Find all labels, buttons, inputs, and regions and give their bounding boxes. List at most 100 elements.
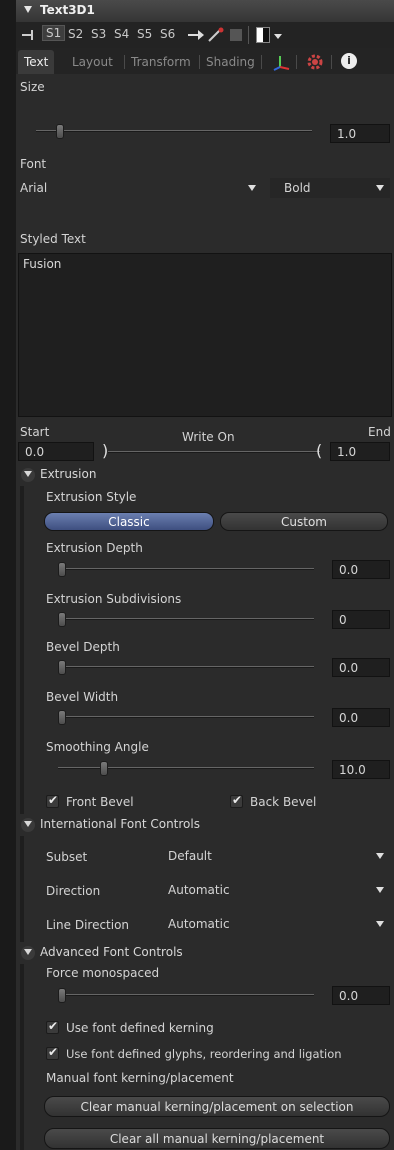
monitor-icon[interactable] — [230, 29, 242, 41]
slot-s2[interactable]: S2 — [68, 27, 83, 41]
collapse-triangle-icon[interactable] — [24, 6, 32, 13]
front-bevel-label: Front Bevel — [66, 795, 134, 809]
smoothing-angle-value[interactable]: 10.0 — [332, 760, 390, 779]
direction-dropdown[interactable]: Automatic — [166, 880, 390, 900]
extrusion-subdivisions-label: Extrusion Subdivisions — [46, 592, 182, 606]
advanced-group-bar — [20, 964, 24, 1150]
toolbar: S1 S2 S3 S4 S5 S6 — [16, 22, 394, 48]
bevel-depth-label: Bevel Depth — [46, 640, 120, 654]
write-on-start-handle[interactable]: ) — [102, 441, 108, 460]
bevel-width-label: Bevel Width — [46, 690, 119, 704]
smoothing-angle-track[interactable] — [58, 767, 314, 769]
line-direction-dropdown[interactable]: Automatic — [166, 914, 390, 934]
tab-shading[interactable]: Shading — [206, 55, 255, 69]
international-group-bar — [20, 836, 24, 942]
bevel-width-knob[interactable] — [58, 710, 66, 725]
pin-icon[interactable] — [22, 28, 36, 42]
font-family-value: Arial — [20, 181, 48, 195]
check-icon: ✔ — [48, 1045, 59, 1059]
advanced-section-header[interactable]: Advanced Font Controls — [20, 944, 390, 962]
extrusion-subdivisions-track[interactable] — [58, 618, 314, 620]
font-kerning-checkbox[interactable]: ✔ — [46, 1019, 59, 1034]
tool-header[interactable]: Text3D1 — [16, 0, 394, 23]
force-monospaced-label: Force monospaced — [46, 966, 160, 980]
dropdown-arrow-icon — [376, 185, 384, 191]
international-section-title: International Font Controls — [40, 817, 200, 831]
tab-text[interactable]: Text — [18, 50, 55, 74]
size-slider-knob[interactable] — [56, 124, 64, 139]
size-slider-track[interactable] — [36, 130, 312, 132]
bevel-depth-value[interactable]: 0.0 — [332, 658, 390, 677]
axis-3d-icon[interactable] — [272, 53, 290, 74]
custom-style-button[interactable]: Custom — [220, 512, 388, 531]
force-monospaced-knob[interactable] — [58, 988, 66, 1003]
info-icon[interactable]: i — [341, 53, 357, 69]
bevel-width-track[interactable] — [58, 716, 314, 718]
clear-kerning-selection-button[interactable]: Clear manual kerning/placement on select… — [44, 1096, 390, 1117]
check-icon: ✔ — [232, 793, 243, 807]
font-family-dropdown[interactable]: Arial — [20, 178, 260, 198]
write-on-start-value[interactable]: 0.0 — [18, 442, 94, 461]
tool-panel: Text3D1 S1 S2 S3 S4 S5 S6 Text Layout Tr… — [16, 0, 394, 1150]
direction-label: Direction — [46, 884, 101, 898]
slot-s4[interactable]: S4 — [114, 27, 129, 41]
extrusion-depth-value[interactable]: 0.0 — [332, 560, 390, 579]
write-on-range-track[interactable] — [108, 451, 320, 453]
view-split-icon[interactable] — [256, 27, 270, 43]
arrow-right-icon[interactable] — [188, 28, 204, 45]
extrusion-style-label: Extrusion Style — [46, 490, 137, 504]
force-monospaced-value[interactable]: 0.0 — [332, 986, 390, 1005]
front-bevel-checkbox[interactable]: ✔ — [46, 793, 59, 808]
write-on-label: Write On — [182, 430, 235, 444]
back-bevel-checkbox[interactable]: ✔ — [230, 793, 243, 808]
write-on-start-label: Start — [20, 425, 50, 439]
size-value[interactable]: 1.0 — [330, 124, 390, 143]
slot-s6[interactable]: S6 — [160, 27, 175, 41]
extrusion-subdivisions-knob[interactable] — [58, 612, 66, 627]
extrusion-section-header[interactable]: Extrusion — [20, 466, 390, 484]
font-style-value: Bold — [284, 181, 311, 195]
dropdown-arrow-icon — [376, 853, 384, 859]
font-kerning-label: Use font defined kerning — [66, 1021, 214, 1035]
view-dropdown-arrow-icon[interactable] — [274, 34, 282, 39]
dropdown-arrow-icon — [248, 185, 256, 191]
bevel-depth-track[interactable] — [58, 666, 314, 668]
bevel-depth-knob[interactable] — [58, 660, 66, 675]
extrusion-depth-track[interactable] — [58, 568, 314, 570]
manual-kerning-label: Manual font kerning/placement — [46, 1071, 234, 1085]
slot-s1[interactable]: S1 — [42, 25, 66, 41]
tab-layout[interactable]: Layout — [72, 55, 113, 69]
extrusion-subdivisions-value[interactable]: 0 — [332, 610, 390, 629]
check-icon: ✔ — [48, 1019, 59, 1033]
line-direction-label: Line Direction — [46, 918, 130, 932]
back-bevel-label: Back Bevel — [250, 795, 317, 809]
write-on-end-handle[interactable]: ( — [316, 441, 322, 460]
write-on-end-label: End — [368, 425, 391, 439]
smoothing-angle-knob[interactable] — [100, 761, 108, 776]
subset-dropdown[interactable]: Default — [166, 846, 390, 866]
subset-value: Default — [168, 849, 212, 863]
collapse-triangle-icon — [24, 821, 32, 827]
extrusion-depth-label: Extrusion Depth — [46, 541, 143, 555]
clear-all-kerning-button[interactable]: Clear all manual kerning/placement — [44, 1128, 390, 1149]
extrusion-group-bar — [20, 486, 24, 814]
advanced-section-title: Advanced Font Controls — [40, 945, 183, 959]
dropdown-arrow-icon — [376, 921, 384, 927]
subset-label: Subset — [46, 850, 88, 864]
styled-text-input[interactable]: Fusion — [18, 253, 392, 417]
write-on-end-value[interactable]: 1.0 — [330, 442, 390, 461]
extrusion-depth-knob[interactable] — [58, 562, 66, 577]
international-section-header[interactable]: International Font Controls — [20, 816, 390, 834]
tab-transform[interactable]: Transform — [131, 55, 191, 69]
toolbar-divider — [248, 26, 249, 44]
line-direction-value: Automatic — [168, 917, 230, 931]
gear-icon[interactable] — [306, 53, 324, 74]
force-monospaced-track[interactable] — [58, 994, 314, 996]
slot-s3[interactable]: S3 — [91, 27, 106, 41]
slot-s5[interactable]: S5 — [137, 27, 152, 41]
bevel-width-value[interactable]: 0.0 — [332, 708, 390, 727]
font-style-dropdown[interactable]: Bold — [270, 178, 390, 198]
font-glyphs-checkbox[interactable]: ✔ — [46, 1045, 59, 1060]
classic-style-button[interactable]: Classic — [44, 512, 214, 531]
pick-wand-icon[interactable] — [207, 27, 225, 46]
